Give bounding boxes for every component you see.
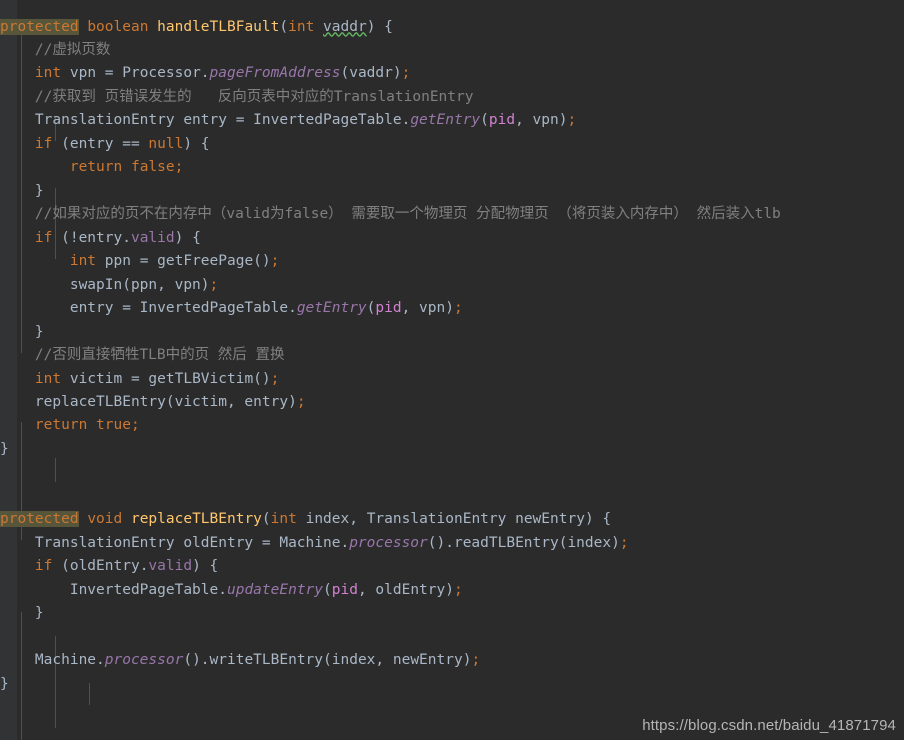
token-keyword-boolean: boolean (87, 18, 149, 35)
code-line[interactable]: return true; (0, 414, 904, 437)
code-line[interactable]: protected void replaceTLBEntry(int index… (0, 508, 904, 531)
token-keyword-int: int (288, 18, 315, 35)
code-line[interactable]: //否则直接牺牲TLB中的页 然后 置换 (0, 344, 904, 367)
token-call-updateEntry: updateEntry (226, 581, 324, 598)
token-keyword-protected: protected (0, 18, 79, 35)
token-field-pid: pid (488, 112, 516, 129)
token-keyword-null: null (148, 135, 184, 152)
code-line[interactable]: } (0, 321, 904, 344)
code-line[interactable]: protected boolean handleTLBFault(int vad… (0, 16, 904, 39)
code-line[interactable]: TranslationEntry oldEntry = Machine.proc… (0, 532, 904, 555)
token-keyword-int: int (34, 65, 62, 82)
code-editor[interactable]: protected boolean handleTLBFault(int vad… (0, 0, 904, 740)
token-comment: //如果对应的页不在内存中（valid为false） 需要取一个物理页 分配物理… (34, 206, 781, 223)
token-comment: //虚拟页数 (34, 41, 111, 58)
code-line[interactable]: if (!entry.valid) { (0, 227, 904, 250)
code-line[interactable]: //获取到 页错误发生的 反向页表中对应的TranslationEntry (0, 86, 904, 109)
code-line[interactable]: TranslationEntry entry = InvertedPageTab… (0, 109, 904, 132)
token-field-pid: pid (375, 300, 402, 317)
token-semicolon: ; (401, 65, 411, 82)
token-method-replaceTLBEntry: replaceTLBEntry (130, 511, 262, 528)
token-call-processor: processor (104, 652, 184, 669)
token-call-getEntry: getEntry (296, 300, 367, 317)
code-line[interactable]: InvertedPageTable.updateEntry(pid, oldEn… (0, 579, 904, 602)
code-line[interactable]: //虚拟页数 (0, 39, 904, 62)
token-keyword-if: if (34, 558, 53, 575)
watermark-url: https://blog.csdn.net/baidu_41871794 (642, 717, 896, 734)
token-keyword-if: if (34, 229, 53, 246)
token-call-getEntry: getEntry (410, 112, 481, 129)
code-line[interactable]: Machine.processor().writeTLBEntry(index,… (0, 649, 904, 672)
token-keyword-int: int (270, 511, 297, 528)
code-line[interactable] (0, 626, 904, 649)
token-semicolon: ; (270, 370, 280, 387)
token-semicolon: ; (471, 652, 481, 669)
token-comment: //获取到 页错误发生的 反向页表中对应的TranslationEntry (34, 88, 474, 105)
token-keyword-protected: protected (0, 511, 79, 528)
token-keyword-return: return (34, 417, 88, 434)
token-keyword-int: int (34, 370, 62, 387)
code-line[interactable]: if (entry == null) { (0, 133, 904, 156)
token-semicolon: ; (619, 534, 629, 551)
token-semicolon: ; (130, 417, 140, 434)
token-keyword-int: int (69, 253, 97, 270)
code-line[interactable]: return false; (0, 156, 904, 179)
token-semicolon: ; (567, 112, 577, 129)
code-content[interactable]: protected boolean handleTLBFault(int vad… (0, 15, 904, 740)
token-keyword-false: false (130, 159, 175, 176)
token-param-vaddr: vaddr (323, 18, 367, 35)
code-line[interactable]: replaceTLBEntry(victim, entry); (0, 391, 904, 414)
token-semicolon: ; (174, 159, 184, 176)
token-comment: //否则直接牺牲TLB中的页 然后 置换 (34, 347, 285, 364)
token-call-processor: processor (349, 534, 428, 551)
token-method-handleTLBFault: handleTLBFault (157, 18, 280, 35)
token-keyword-return: return (69, 159, 123, 176)
code-line[interactable]: swapIn(ppn, vpn); (0, 274, 904, 297)
token-keyword-if: if (34, 135, 53, 152)
code-line[interactable]: } (0, 438, 904, 461)
code-line[interactable]: } (0, 673, 904, 696)
code-line[interactable]: //如果对应的页不在内存中（valid为false） 需要取一个物理页 分配物理… (0, 203, 904, 226)
token-semicolon: ; (209, 276, 219, 293)
token-semicolon: ; (453, 300, 463, 317)
code-line[interactable]: entry = InvertedPageTable.getEntry(pid, … (0, 297, 904, 320)
token-semicolon: ; (270, 253, 280, 270)
code-line[interactable]: } (0, 180, 904, 203)
token-field-valid: valid (130, 229, 175, 246)
token-keyword-true: true (96, 417, 131, 434)
code-line[interactable] (0, 485, 904, 508)
token-field-pid: pid (331, 581, 358, 598)
code-line[interactable]: } (0, 602, 904, 625)
token-semicolon: ; (296, 394, 306, 410)
code-line[interactable]: int victim = getTLBVictim(); (0, 368, 904, 391)
code-line[interactable] (0, 461, 904, 484)
token-field-valid: valid (148, 558, 193, 575)
token-call-pageFromAddress: pageFromAddress (209, 65, 341, 82)
code-line[interactable]: int vpn = Processor.pageFromAddress(vadd… (0, 62, 904, 85)
token-keyword-void: void (87, 511, 123, 528)
token-semicolon: ; (453, 581, 463, 598)
code-line[interactable]: if (oldEntry.valid) { (0, 555, 904, 578)
code-line[interactable]: int ppn = getFreePage(); (0, 250, 904, 273)
